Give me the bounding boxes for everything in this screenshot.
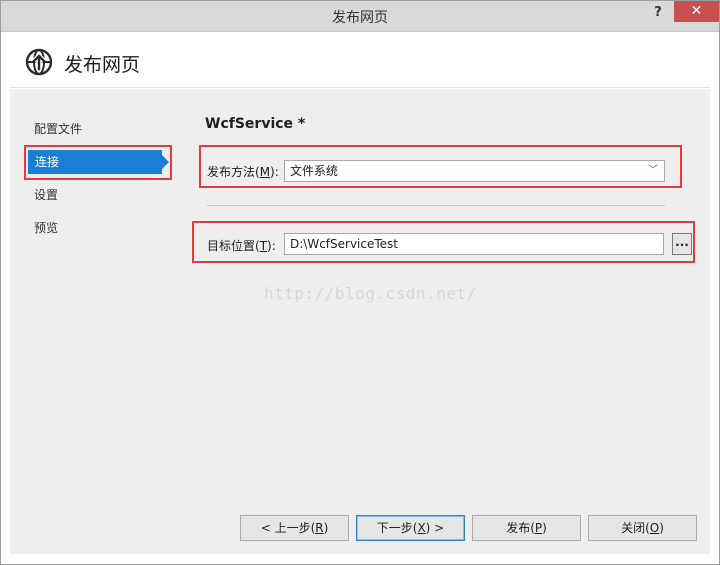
publish-method-select[interactable]: 文件系统 ﹀	[284, 160, 665, 182]
publish-method-label: 发布方法(M):	[207, 165, 279, 179]
browse-button[interactable]: ...	[672, 233, 692, 255]
sidebar-item-settings[interactable]: 设置	[34, 183, 58, 207]
close-window-button[interactable]: ✕	[674, 1, 719, 22]
previous-button[interactable]: < 上一步(R)	[240, 515, 349, 541]
watermark-text: http://blog.csdn.net/	[264, 284, 477, 303]
publish-button[interactable]: 发布(P)	[472, 515, 581, 541]
page-title: 发布网页	[64, 54, 141, 76]
publish-web-dialog: 发布网页 ? ✕ 发布网页	[0, 0, 720, 565]
section-divider	[207, 205, 665, 206]
sidebar-item-preview[interactable]: 预览	[34, 216, 58, 240]
profile-name: WcfService *	[205, 116, 306, 132]
window-title: 发布网页	[332, 10, 388, 26]
target-location-label: 目标位置(T):	[207, 239, 276, 253]
next-button[interactable]: 下一步(X) >	[356, 515, 465, 541]
sidebar-item-label: 配置文件	[34, 122, 83, 136]
title-bar[interactable]: 发布网页 ? ✕	[1, 1, 719, 32]
help-button[interactable]: ?	[647, 3, 669, 23]
sidebar-item-profile[interactable]: 配置文件	[34, 117, 82, 141]
selection-caret-icon	[162, 155, 169, 169]
target-location-input[interactable]: D:\WcfServiceTest	[284, 233, 664, 255]
close-button[interactable]: 关闭(O)	[588, 515, 697, 541]
publish-method-value: 文件系统	[290, 164, 339, 178]
sidebar-item-label: 设置	[34, 188, 59, 202]
chevron-down-icon: ﹀	[648, 165, 658, 176]
dialog-header: 发布网页	[10, 37, 710, 88]
sidebar-item-label: 预览	[34, 221, 59, 235]
sidebar-item-label: 连接	[35, 155, 60, 169]
sidebar-item-connection[interactable]: 连接	[28, 150, 169, 174]
globe-publish-icon	[25, 48, 53, 76]
